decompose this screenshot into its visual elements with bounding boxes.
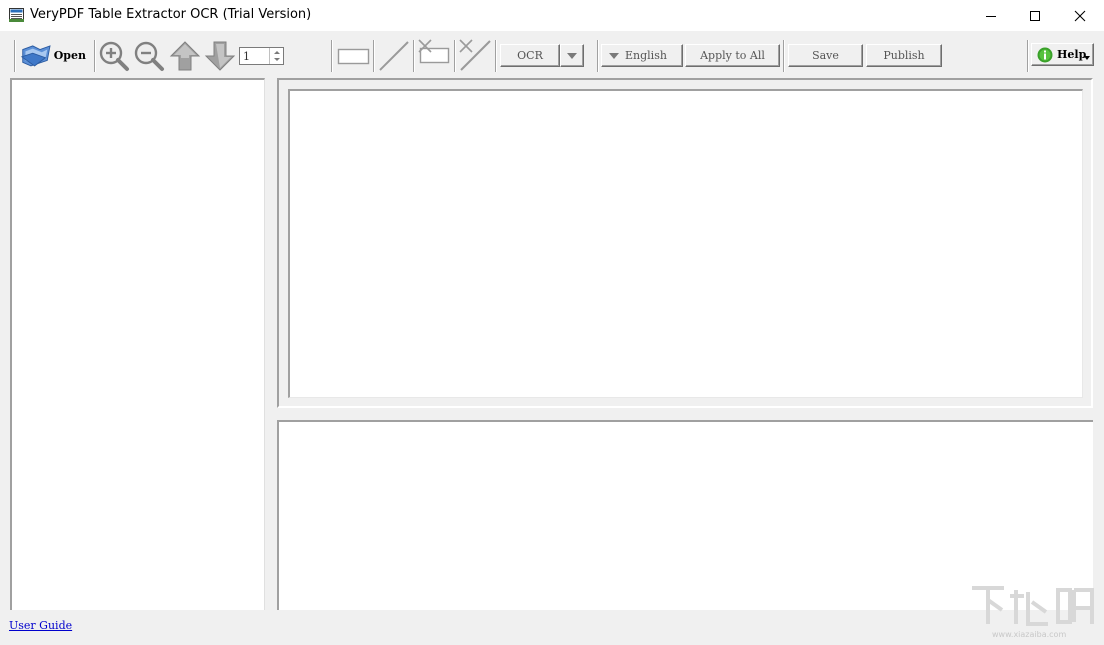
open-folder-icon xyxy=(20,41,53,69)
toolbar-separator xyxy=(373,40,375,72)
app-window: VeryPDF Table Extractor OCR (Trial Versi… xyxy=(0,0,1104,642)
info-icon xyxy=(1037,47,1053,63)
publish-button[interactable]: Publish xyxy=(866,44,942,67)
stepper-arrows[interactable] xyxy=(269,48,283,64)
ocr-dropdown-button[interactable] xyxy=(560,44,584,67)
language-label: English xyxy=(625,49,667,62)
language-select[interactable]: English xyxy=(601,44,683,67)
help-button[interactable]: Help xyxy=(1031,43,1094,66)
delete-line-icon[interactable] xyxy=(457,38,493,72)
page-thumbnail-panel[interactable] xyxy=(10,78,265,610)
toolbar-separator xyxy=(495,40,497,72)
chevron-down-icon xyxy=(566,52,578,60)
toolbar-separator xyxy=(1027,40,1029,72)
maximize-icon xyxy=(1029,10,1041,22)
toolbar-separator xyxy=(14,40,16,72)
page-number-value: 1 xyxy=(243,50,250,63)
close-icon xyxy=(1074,10,1086,22)
help-label: Help xyxy=(1057,48,1086,61)
zoom-in-icon[interactable] xyxy=(98,40,130,72)
toolbar-separator xyxy=(783,40,785,72)
minimize-icon xyxy=(985,10,997,22)
minimize-button[interactable] xyxy=(968,0,1014,31)
ocr-label: OCR xyxy=(517,49,543,62)
chevron-down-icon xyxy=(608,52,620,60)
maximize-button[interactable] xyxy=(1012,0,1058,31)
toolbar-separator xyxy=(94,40,96,72)
draw-line-icon[interactable] xyxy=(377,40,411,72)
stepper-arrows-icon xyxy=(270,48,284,64)
publish-label: Publish xyxy=(883,49,924,62)
open-label: Open xyxy=(54,49,86,62)
title-bar: VeryPDF Table Extractor OCR (Trial Versi… xyxy=(0,0,1104,31)
toolbar-separator xyxy=(597,40,599,72)
page-up-icon[interactable] xyxy=(169,40,201,72)
close-button[interactable] xyxy=(1057,0,1103,31)
watermark-url: www.xiazaiba.com xyxy=(992,630,1066,639)
page-number-stepper[interactable]: 1 xyxy=(239,47,284,65)
delete-rectangle-icon[interactable] xyxy=(416,38,452,70)
apply-to-all-button[interactable]: Apply to All xyxy=(685,44,780,67)
open-button[interactable]: Open xyxy=(20,39,86,71)
document-view-panel[interactable] xyxy=(288,89,1083,398)
watermark-logo: www.xiazaiba.com xyxy=(966,582,1098,640)
chevron-down-icon xyxy=(1084,56,1090,60)
save-button[interactable]: Save xyxy=(788,44,863,67)
watermark-logo-icon: www.xiazaiba.com xyxy=(966,582,1098,640)
status-bar xyxy=(0,612,1104,642)
window-title: VeryPDF Table Extractor OCR (Trial Versi… xyxy=(30,7,311,22)
save-label: Save xyxy=(812,49,839,62)
app-icon xyxy=(9,8,24,22)
draw-rectangle-icon[interactable] xyxy=(336,43,372,71)
ocr-button[interactable]: OCR xyxy=(500,44,560,67)
toolbar-separator xyxy=(331,40,333,72)
page-down-icon[interactable] xyxy=(204,40,236,72)
apply-to-all-label: Apply to All xyxy=(700,49,765,62)
zoom-out-icon[interactable] xyxy=(133,40,165,72)
toolbar-separator xyxy=(413,40,415,72)
user-guide-link[interactable]: User Guide xyxy=(9,619,72,632)
toolbar-separator xyxy=(454,40,456,72)
